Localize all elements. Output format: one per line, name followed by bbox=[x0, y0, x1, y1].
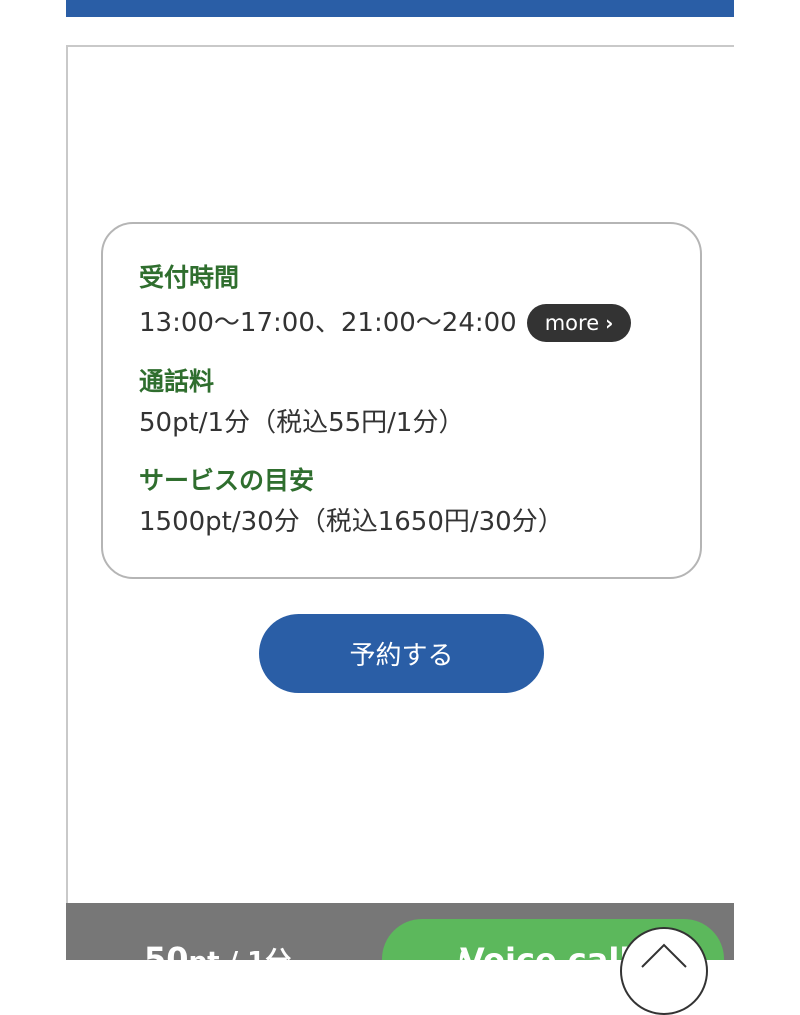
reserve-button[interactable]: 予約する bbox=[259, 614, 544, 693]
price-unit: pt / 1分 bbox=[189, 947, 292, 960]
estimate-label: サービスの目安 bbox=[139, 466, 315, 495]
estimate-value: 1500pt/30分（税込1650円/30分） bbox=[139, 507, 564, 537]
fee-value: 50pt/1分（税込55円/1分） bbox=[139, 408, 465, 438]
chevron-up-icon bbox=[641, 943, 687, 968]
hours-value: 13:00〜17:00、21:00〜24:00 bbox=[139, 308, 517, 338]
hours-row: 13:00〜17:00、21:00〜24:00 more › bbox=[139, 304, 632, 342]
service-info-card: 受付時間 13:00〜17:00、21:00〜24:00 more › 通話料 … bbox=[101, 222, 702, 579]
header-bar bbox=[66, 0, 734, 17]
price-value: 50 bbox=[144, 940, 189, 960]
phone-icon bbox=[459, 951, 465, 960]
fee-label: 通話料 bbox=[139, 367, 215, 396]
hours-label: 受付時間 bbox=[139, 263, 240, 292]
chevron-right-icon: › bbox=[605, 311, 614, 335]
reserve-button-label: 予約する bbox=[349, 641, 454, 671]
voice-call-label: Voice call bbox=[460, 941, 631, 960]
scroll-to-top-button[interactable] bbox=[620, 927, 708, 1015]
more-button[interactable]: more › bbox=[526, 304, 632, 342]
more-button-label: more bbox=[544, 311, 600, 335]
bottom-price: 50pt / 1分 bbox=[144, 939, 291, 960]
